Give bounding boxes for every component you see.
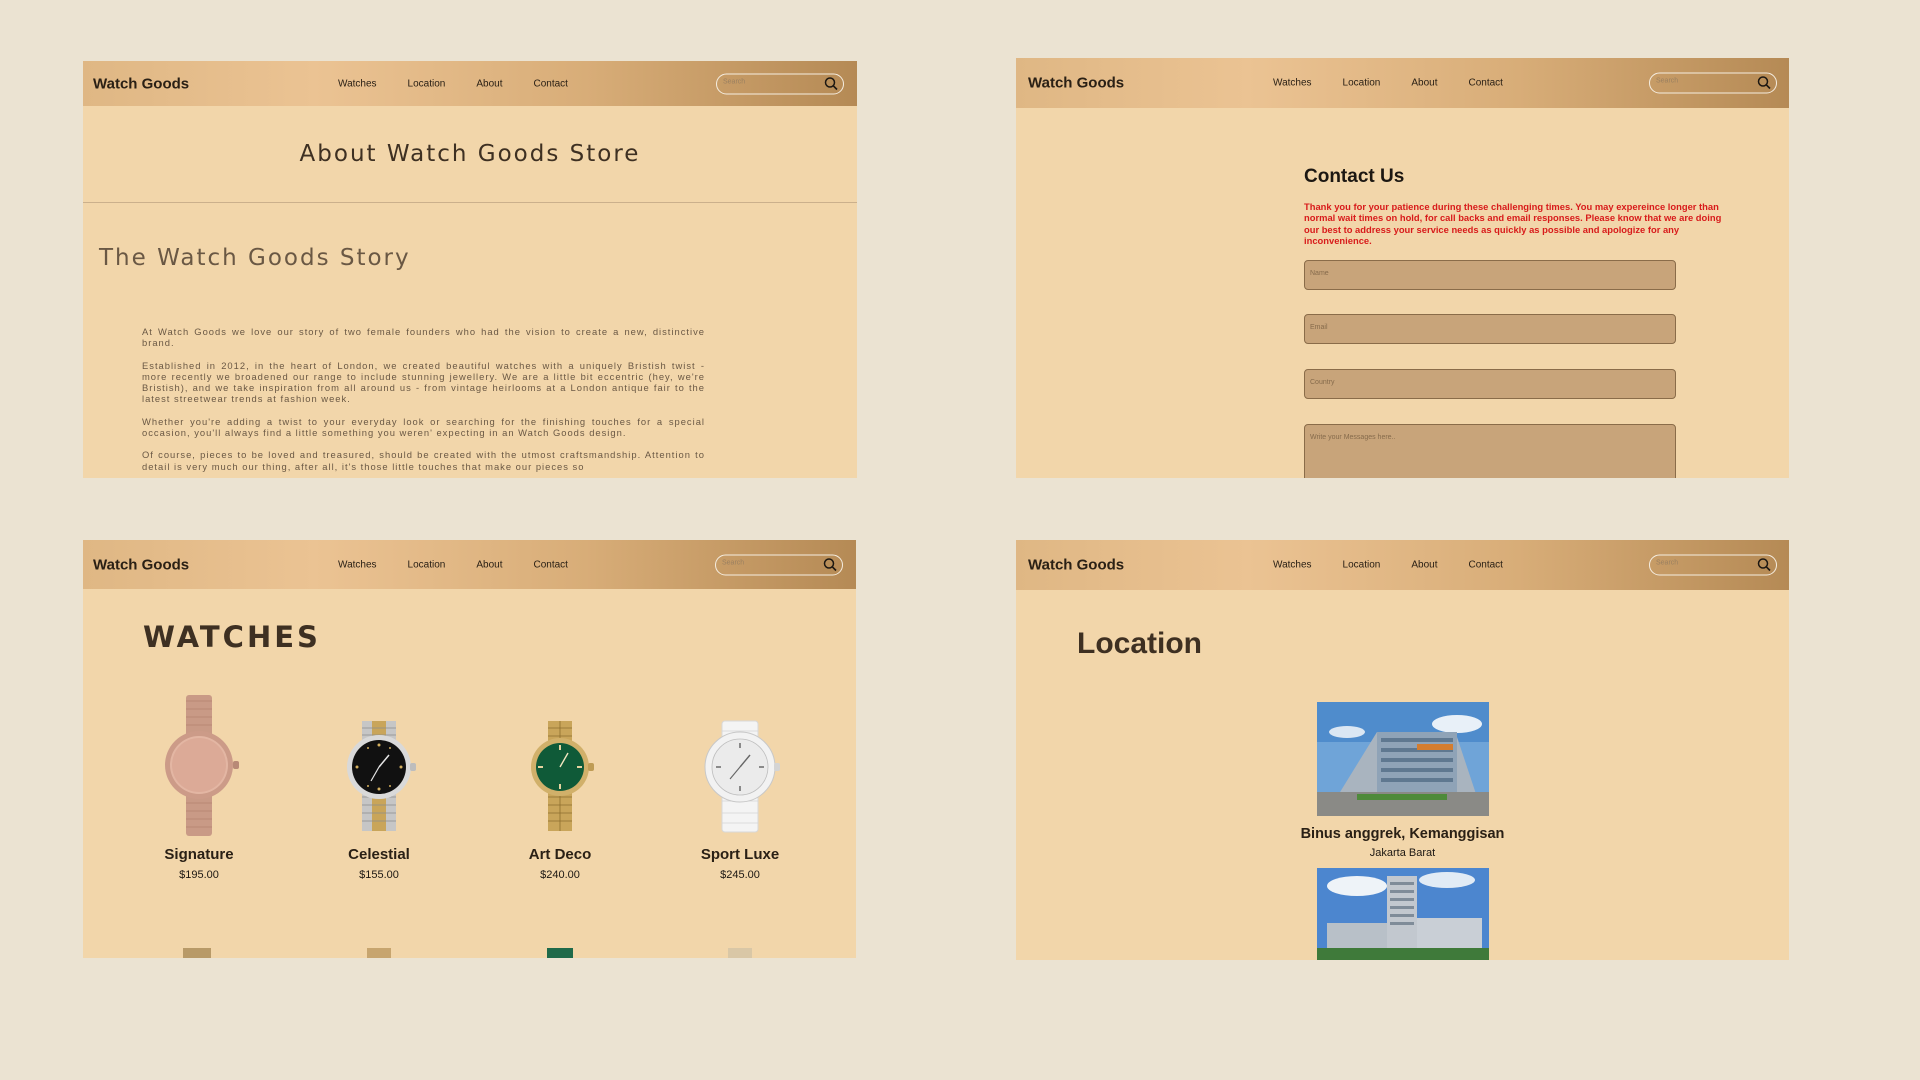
search-icon[interactable]	[1757, 76, 1771, 90]
campus-photo	[1317, 702, 1489, 816]
nav-link-location[interactable]: Location	[1343, 78, 1381, 89]
product-price: $195.00	[179, 869, 219, 881]
section-title: The Watch Goods Story	[99, 245, 411, 271]
navbar: Watch Goods Watches Location About Conta…	[83, 540, 856, 589]
watch-image-next-row	[547, 948, 573, 958]
story-paragraph: Of course, pieces to be loved and treasu…	[142, 449, 705, 472]
story-paragraph: Whether you're adding a twist to your ev…	[142, 415, 705, 439]
nav-links: Watches Location About Contact	[1273, 560, 1534, 571]
nav-link-watches[interactable]: Watches	[338, 559, 377, 570]
watch-image[interactable]	[670, 693, 810, 838]
story-text: At Watch Goods we love our story of two …	[142, 326, 705, 478]
divider	[83, 202, 857, 203]
nav-link-watches[interactable]: Watches	[1273, 560, 1312, 571]
nav-link-about[interactable]: About	[1411, 560, 1437, 571]
country-placeholder: Country	[1310, 379, 1335, 386]
name-placeholder: Name	[1310, 270, 1329, 277]
product-price: $245.00	[720, 869, 760, 881]
search-icon[interactable]	[823, 557, 837, 571]
search-icon[interactable]	[1757, 558, 1771, 572]
nav-link-about[interactable]: About	[476, 78, 502, 89]
product-name[interactable]: Art Deco	[490, 846, 630, 863]
nav-links: Watches Location About Contact	[1273, 78, 1534, 89]
product-card[interactable]: Signature $195.00	[129, 693, 269, 881]
navbar: Watch Goods Watches Location About Conta…	[83, 61, 857, 106]
location-page-screenshot: Watch Goods Watches Location About Conta…	[1016, 540, 1789, 960]
email-placeholder: Email	[1310, 324, 1328, 331]
page-title: WATCHES	[143, 620, 321, 654]
location-area: Jakarta Barat	[1369, 847, 1436, 859]
nav-links: Watches Location About Contact	[338, 78, 599, 89]
brand-logo[interactable]: Watch Goods	[1028, 75, 1124, 92]
product-name[interactable]: Sport Luxe	[670, 846, 810, 863]
watch-image[interactable]	[309, 693, 449, 838]
search-placeholder: Search	[1656, 77, 1679, 85]
location-name: Binus anggrek, Kemanggisan	[1300, 826, 1505, 842]
nav-link-contact[interactable]: Contact	[533, 559, 567, 570]
product-price: $240.00	[540, 869, 580, 881]
search-placeholder: Search	[1656, 559, 1679, 567]
search-input[interactable]: Search	[716, 73, 844, 94]
brand-logo[interactable]: Watch Goods	[93, 556, 189, 573]
service-notice: Thank you for your patience during these…	[1304, 201, 1722, 246]
product-card[interactable]: Art Deco $240.00	[490, 693, 630, 881]
watch-image-next-row	[367, 948, 391, 958]
nav-link-about[interactable]: About	[476, 559, 502, 570]
watch-image[interactable]	[129, 693, 269, 838]
navbar: Watch Goods Watches Location About Conta…	[1016, 540, 1789, 590]
nav-link-watches[interactable]: Watches	[1273, 78, 1312, 89]
nav-link-contact[interactable]: Contact	[533, 78, 567, 89]
search-placeholder: Search	[722, 559, 745, 566]
nav-links: Watches Location About Contact	[338, 559, 599, 570]
search-input[interactable]: Search	[1649, 554, 1777, 576]
story-paragraph: Established in 2012, in the heart of Lon…	[142, 359, 705, 405]
product-price: $155.00	[359, 869, 399, 881]
about-page-screenshot: Watch Goods Watches Location About Conta…	[83, 61, 857, 478]
page-title: Contact Us	[1304, 166, 1405, 187]
message-textarea[interactable]: Write your Messages here..	[1304, 424, 1676, 478]
product-name[interactable]: Signature	[129, 846, 269, 863]
name-field[interactable]: Name	[1304, 260, 1676, 290]
brand-logo[interactable]: Watch Goods	[93, 75, 189, 92]
story-paragraph: At Watch Goods we love our story of two …	[142, 326, 705, 349]
campus-photo	[1317, 868, 1489, 960]
search-input[interactable]: Search	[1649, 72, 1777, 94]
search-icon[interactable]	[824, 76, 838, 90]
watch-image[interactable]	[490, 693, 630, 838]
nav-link-location[interactable]: Location	[408, 559, 446, 570]
nav-link-contact[interactable]: Contact	[1468, 78, 1502, 89]
email-field[interactable]: Email	[1304, 314, 1676, 344]
brand-logo[interactable]: Watch Goods	[1028, 557, 1124, 574]
product-card[interactable]: Celestial $155.00	[309, 693, 449, 881]
search-placeholder: Search	[723, 78, 746, 85]
nav-link-watches[interactable]: Watches	[338, 78, 377, 89]
watches-page-screenshot: Watch Goods Watches Location About Conta…	[83, 540, 856, 958]
page-title: About Watch Goods Store	[299, 141, 641, 167]
message-placeholder: Write your Messages here..	[1310, 434, 1396, 441]
country-field[interactable]: Country	[1304, 369, 1676, 399]
product-name[interactable]: Celestial	[309, 846, 449, 863]
nav-link-about[interactable]: About	[1411, 78, 1437, 89]
navbar: Watch Goods Watches Location About Conta…	[1016, 58, 1789, 108]
nav-link-location[interactable]: Location	[408, 78, 446, 89]
watch-image-next-row	[728, 948, 752, 958]
contact-page-screenshot: Watch Goods Watches Location About Conta…	[1016, 58, 1789, 478]
page-title: Location	[1077, 627, 1202, 660]
search-input[interactable]: Search	[715, 554, 843, 575]
nav-link-location[interactable]: Location	[1343, 560, 1381, 571]
product-card[interactable]: Sport Luxe $245.00	[670, 693, 810, 881]
watch-image-next-row	[183, 948, 211, 958]
nav-link-contact[interactable]: Contact	[1468, 560, 1502, 571]
